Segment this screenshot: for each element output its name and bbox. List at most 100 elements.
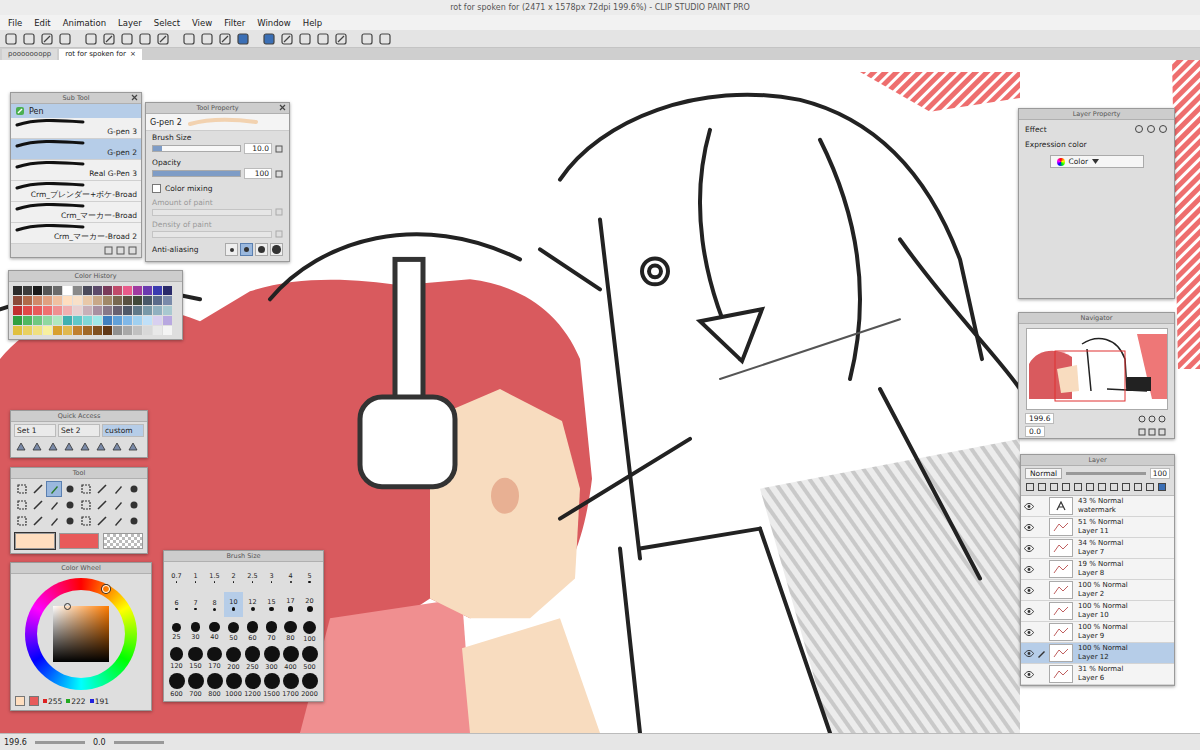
menu-item[interactable]: Help — [303, 18, 322, 28]
tool-button[interactable] — [127, 482, 141, 496]
toolbar-button-icon[interactable] — [334, 32, 348, 46]
toolbar-button-icon[interactable] — [378, 32, 392, 46]
tool-button[interactable] — [79, 498, 93, 512]
color-swatch[interactable] — [33, 316, 42, 325]
brush-size-option[interactable]: 100 — [300, 619, 319, 644]
brush-size-option[interactable]: 300 — [262, 646, 281, 671]
property-value[interactable]: 100 — [244, 168, 272, 179]
color-swatch[interactable] — [163, 296, 172, 305]
toolbar-button-icon[interactable] — [236, 32, 250, 46]
brush-size-option[interactable]: 1000 — [224, 673, 243, 698]
tool-button[interactable] — [63, 498, 77, 512]
property-value[interactable]: 10.0 — [244, 143, 272, 154]
color-swatch[interactable] — [103, 286, 112, 295]
panel-title-bar[interactable]: Tool — [11, 468, 147, 479]
color-swatch[interactable] — [23, 326, 32, 335]
close-icon[interactable] — [131, 94, 138, 101]
brush-size-option[interactable]: 2000 — [300, 673, 319, 698]
layer-action-icon[interactable] — [1025, 482, 1035, 492]
color-swatch[interactable] — [133, 306, 142, 315]
tool-button[interactable] — [15, 498, 29, 512]
eye-icon[interactable] — [1024, 503, 1034, 510]
pressure-icon[interactable] — [275, 145, 283, 153]
effect-icon[interactable] — [1146, 124, 1156, 134]
rotate-buttons-icon[interactable] — [1138, 428, 1168, 436]
color-swatch[interactable] — [43, 296, 52, 305]
hue-ring[interactable] — [25, 578, 137, 690]
panel-title-bar[interactable]: Color Wheel — [11, 563, 151, 574]
layer-action-icon[interactable] — [1037, 482, 1047, 492]
color-swatch[interactable] — [143, 286, 152, 295]
panel-title-bar[interactable]: Navigator — [1019, 313, 1174, 324]
panel-title-bar[interactable]: Brush Size — [164, 551, 323, 562]
eye-icon[interactable] — [1024, 587, 1034, 594]
brush-size-option[interactable]: 2.5 — [243, 565, 262, 590]
anti-aliasing-option[interactable] — [240, 243, 253, 256]
color-swatch[interactable] — [43, 316, 52, 325]
color-swatch[interactable] — [123, 316, 132, 325]
tool-button[interactable] — [95, 498, 109, 512]
document-tab[interactable]: rot for spoken for× — [59, 49, 141, 60]
layer-row[interactable]: 51 % NormalLayer 11 — [1021, 517, 1174, 538]
toolbar-button-icon[interactable] — [156, 32, 170, 46]
brush-size-option[interactable]: 20 — [300, 592, 319, 617]
quick-access-tab[interactable]: custom — [102, 424, 144, 437]
color-swatch[interactable] — [43, 286, 52, 295]
brush-size-option[interactable]: 40 — [205, 619, 224, 644]
tool-button[interactable] — [111, 498, 125, 512]
color-swatch[interactable] — [163, 286, 172, 295]
brush-size-option[interactable]: 70 — [262, 619, 281, 644]
close-icon[interactable] — [279, 104, 286, 111]
color-swatch[interactable] — [13, 316, 22, 325]
color-swatch[interactable] — [123, 326, 132, 335]
eye-icon[interactable] — [1024, 650, 1034, 657]
color-box[interactable] — [59, 533, 99, 549]
pressure-icon[interactable] — [275, 230, 283, 238]
panel-title-bar[interactable]: Quick Access — [11, 411, 147, 422]
menu-item[interactable]: Window — [257, 18, 291, 28]
menu-item[interactable]: File — [8, 18, 22, 28]
menu-item[interactable]: Layer — [118, 18, 142, 28]
angle-value[interactable]: 0.0 — [93, 738, 106, 747]
menu-item[interactable]: View — [192, 18, 212, 28]
color-swatch[interactable] — [123, 286, 132, 295]
toolbar-button-icon[interactable] — [102, 32, 116, 46]
color-swatch[interactable] — [13, 286, 22, 295]
anti-aliasing-option[interactable] — [255, 243, 268, 256]
eye-icon[interactable] — [1024, 608, 1034, 615]
quick-access-icon[interactable] — [31, 441, 43, 453]
layer-action-icon[interactable] — [1145, 482, 1155, 492]
tab-close-button[interactable]: × — [130, 49, 136, 60]
color-swatch[interactable] — [63, 326, 72, 335]
zoom-slider[interactable] — [35, 741, 85, 744]
toolbar-button-icon[interactable] — [280, 32, 294, 46]
property-slider[interactable] — [152, 209, 272, 216]
angle-value[interactable]: 0.0 — [1025, 426, 1045, 437]
color-swatch[interactable] — [133, 296, 142, 305]
color-swatch[interactable] — [153, 296, 162, 305]
sub-tool-item[interactable]: Crm_マーカー-Broad — [11, 202, 141, 223]
tool-button[interactable] — [95, 514, 109, 528]
brush-size-option[interactable]: 25 — [167, 619, 186, 644]
panel-title-bar[interactable]: Color History — [9, 271, 182, 282]
opacity-value[interactable]: 100 — [1150, 468, 1170, 479]
color-swatch[interactable] — [83, 306, 92, 315]
color-swatch[interactable] — [113, 306, 122, 315]
panel-title-bar[interactable]: Layer — [1021, 455, 1174, 466]
toolbar-button-icon[interactable] — [262, 32, 276, 46]
tool-button[interactable] — [31, 498, 45, 512]
layer-action-icon[interactable] — [1157, 482, 1167, 492]
toolbar-button-icon[interactable] — [120, 32, 134, 46]
layer-row[interactable]: 100 % NormalLayer 9 — [1021, 622, 1174, 643]
color-swatch[interactable] — [133, 286, 142, 295]
tool-button[interactable] — [79, 514, 93, 528]
effect-icon[interactable] — [1158, 124, 1168, 134]
brush-size-option[interactable]: 0.7 — [167, 565, 186, 590]
toolbar-button-icon[interactable] — [182, 32, 196, 46]
color-box[interactable] — [103, 533, 143, 549]
color-swatch[interactable] — [93, 306, 102, 315]
layer-row[interactable]: 43 % Normalwatermark — [1021, 496, 1174, 517]
brush-size-option[interactable]: 400 — [281, 646, 300, 671]
color-swatch[interactable] — [103, 316, 112, 325]
brush-size-option[interactable]: 170 — [205, 646, 224, 671]
